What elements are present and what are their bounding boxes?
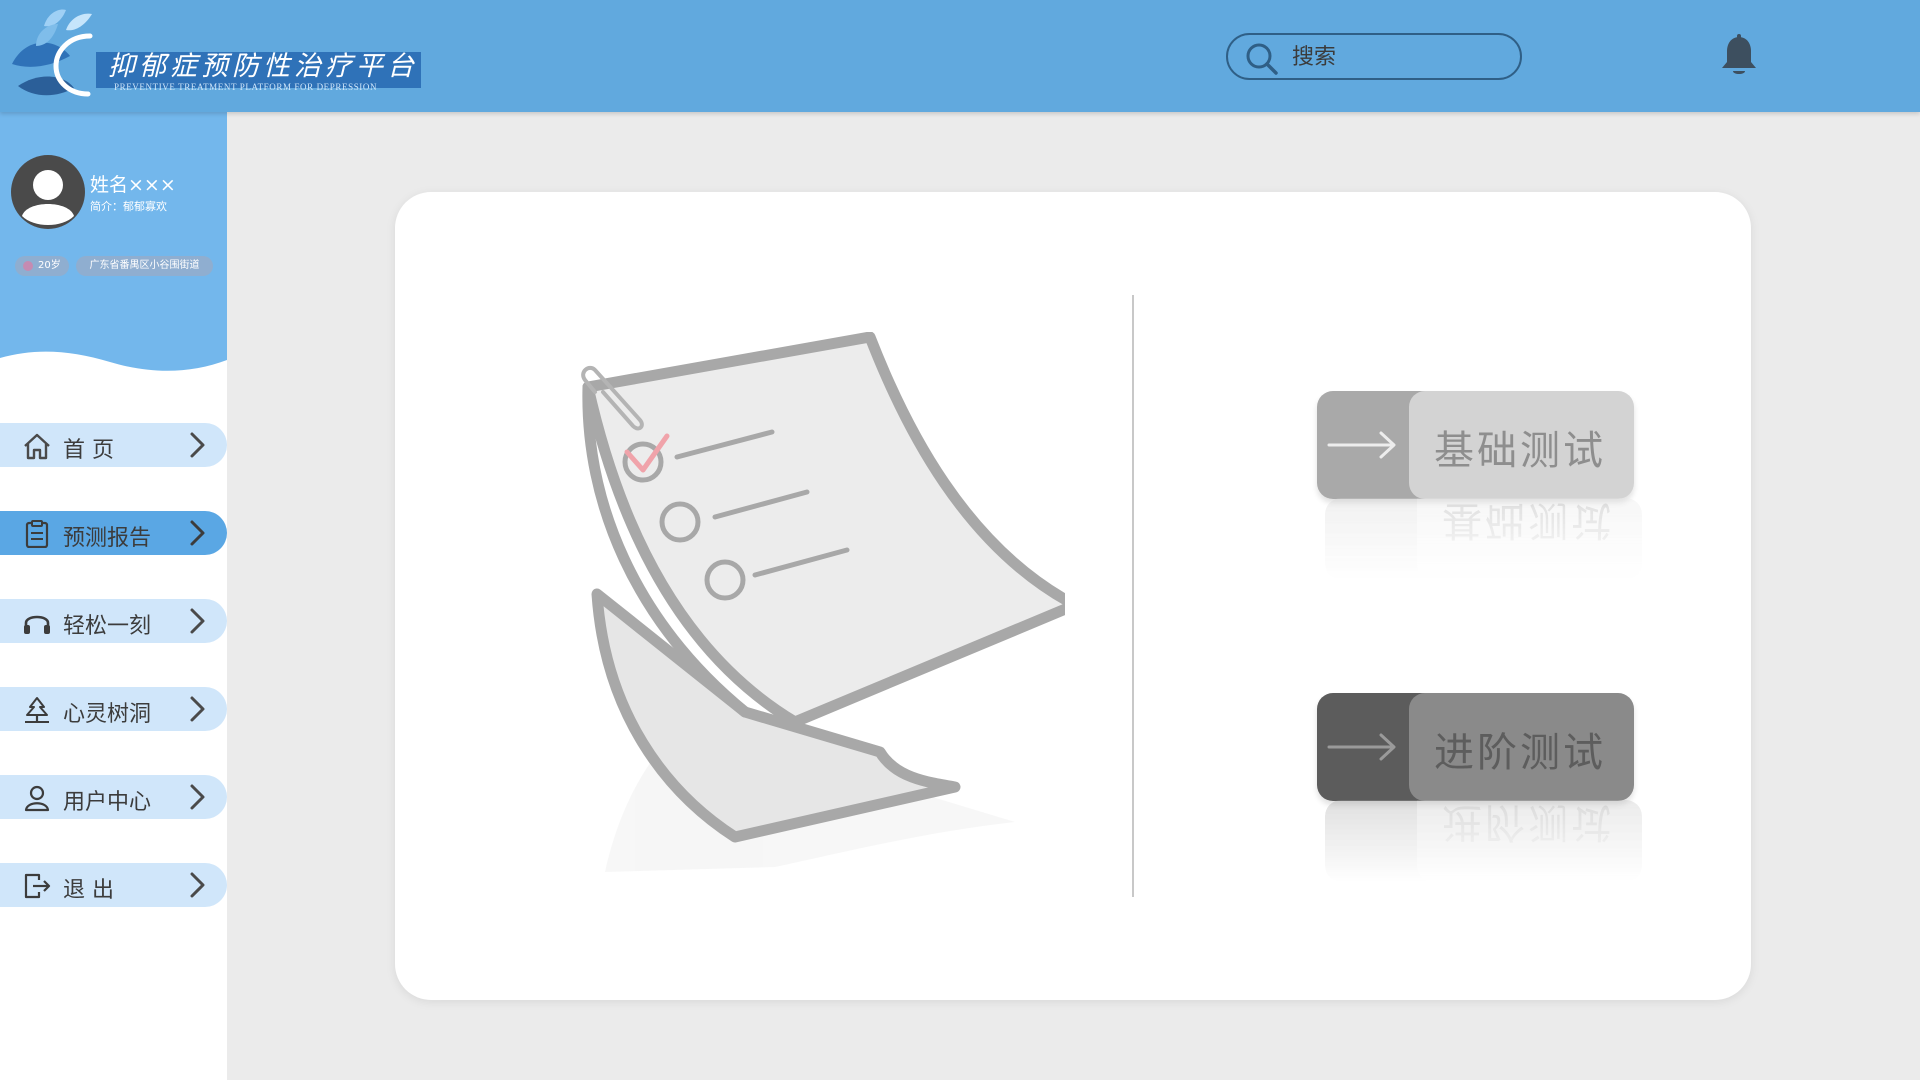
avatar[interactable] bbox=[10, 154, 86, 230]
basic-test-label: 基础测试 bbox=[1434, 428, 1606, 474]
sidebar-item-logout[interactable]: 退 出 bbox=[0, 863, 227, 907]
checklist-document-illustration bbox=[581, 332, 1065, 872]
logout-icon bbox=[24, 873, 51, 899]
sidebar-item-relax[interactable]: 轻松一刻 bbox=[0, 599, 227, 643]
arrow-right-icon bbox=[1327, 733, 1396, 761]
age-text: 20岁 bbox=[38, 260, 61, 271]
logo-subtitle: PREVENTIVE TREATMENT PLATFORM FOR DEPRES… bbox=[114, 82, 378, 92]
advanced-test-label: 进阶测试 bbox=[1434, 730, 1606, 776]
home-icon bbox=[24, 433, 50, 460]
vertical-divider bbox=[1132, 295, 1134, 897]
location-badge: 广东省番禺区小谷围街道 bbox=[76, 256, 213, 276]
clipboard-icon bbox=[25, 520, 49, 548]
chevron-right-icon bbox=[190, 432, 205, 458]
top-bar: 抑郁症预防性治疗平台 PREVENTIVE TREATMENT PLATFORM… bbox=[0, 0, 1920, 112]
sidebar-item-label: 预测报告 bbox=[63, 526, 152, 551]
age-badge: 20岁 bbox=[15, 256, 69, 276]
chevron-right-icon bbox=[190, 608, 205, 634]
main-card: 基础测试 基础测试 进阶测试 进阶测试 bbox=[395, 192, 1751, 1000]
profile-card: 姓名××× 简介：郁郁寡欢 20岁 广东省番禺区小谷围街道 bbox=[0, 112, 227, 372]
user-icon bbox=[24, 785, 50, 812]
search-input[interactable] bbox=[1292, 43, 1502, 71]
chevron-right-icon bbox=[190, 784, 205, 810]
user-name: 姓名××× bbox=[90, 174, 176, 196]
search-icon[interactable] bbox=[1244, 41, 1280, 77]
sidebar-item-report[interactable]: 预测报告 bbox=[0, 511, 227, 555]
logo-title: 抑郁症预防性治疗平台 bbox=[108, 51, 418, 82]
sidebar-item-tree-hole[interactable]: 心灵树洞 bbox=[0, 687, 227, 731]
advanced-test-button[interactable]: 进阶测试 bbox=[1317, 693, 1634, 801]
headphones-icon bbox=[24, 615, 50, 634]
logo-leaf-icon bbox=[12, 9, 93, 97]
sidebar-item-label: 首 页 bbox=[63, 438, 114, 463]
tree-icon bbox=[25, 697, 49, 723]
user-intro: 简介：郁郁寡欢 bbox=[90, 200, 167, 213]
sidebar-item-label: 轻松一刻 bbox=[63, 614, 152, 639]
search-box[interactable] bbox=[1226, 33, 1522, 80]
sidebar: 姓名××× 简介：郁郁寡欢 20岁 广东省番禺区小谷围街道 首 页 预测报告 轻… bbox=[0, 112, 227, 1080]
gender-dot-icon bbox=[23, 261, 33, 271]
advanced-test-reflection-text: 进阶测试 bbox=[1442, 800, 1614, 845]
sidebar-item-label: 心灵树洞 bbox=[63, 702, 152, 727]
chevron-right-icon bbox=[190, 872, 205, 898]
chevron-right-icon bbox=[190, 696, 205, 722]
arrow-right-icon bbox=[1327, 431, 1396, 459]
sidebar-item-label: 退 出 bbox=[63, 878, 114, 903]
sidebar-item-home[interactable]: 首 页 bbox=[0, 423, 227, 467]
sidebar-item-user-center[interactable]: 用户中心 bbox=[0, 775, 227, 819]
basic-test-reflection-text: 基础测试 bbox=[1442, 498, 1614, 543]
logo[interactable]: 抑郁症预防性治疗平台 PREVENTIVE TREATMENT PLATFORM… bbox=[8, 6, 428, 110]
sidebar-item-label: 用户中心 bbox=[63, 790, 152, 815]
basic-test-button[interactable]: 基础测试 bbox=[1317, 391, 1634, 499]
advanced-test-reflection: 进阶测试 bbox=[1325, 800, 1642, 882]
basic-test-reflection: 基础测试 bbox=[1325, 498, 1642, 580]
profile-wave-background bbox=[0, 112, 227, 371]
bell-icon[interactable] bbox=[1720, 34, 1758, 78]
chevron-right-icon bbox=[190, 520, 205, 546]
